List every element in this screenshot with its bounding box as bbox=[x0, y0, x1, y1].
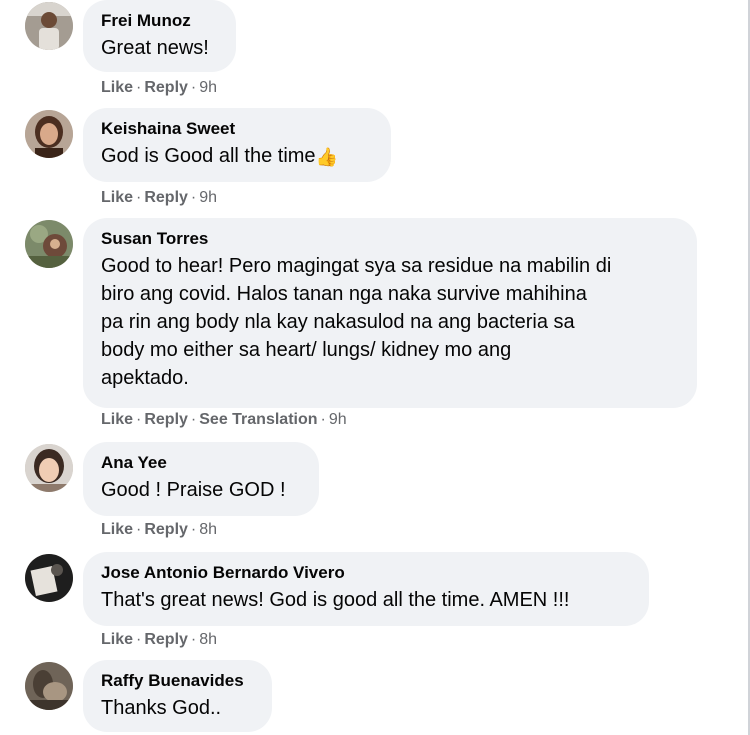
reply-button[interactable]: Reply bbox=[144, 521, 188, 538]
comment-bubble: Ana Yee Good ! Praise GOD ! bbox=[83, 442, 319, 516]
separator: · bbox=[190, 521, 197, 538]
comment-actions: Like · Reply · See Translation · 9h bbox=[101, 410, 347, 430]
comment-text-body: God is Good all the time bbox=[101, 145, 316, 167]
comment-text: Good to hear! Pero magingat sya sa resid… bbox=[101, 255, 612, 389]
comment-bubble: Raffy Buenavides Thanks God.. bbox=[83, 660, 272, 732]
comment-bubble: Frei Munoz Great news! bbox=[83, 0, 236, 72]
thumbs-up-icon: 👍 bbox=[315, 147, 338, 167]
comment: Frei Munoz Great news! Like · Reply · 9h bbox=[0, 0, 748, 100]
comment-author[interactable]: Jose Antonio Bernardo Vivero bbox=[101, 562, 629, 584]
comment-author[interactable]: Raffy Buenavides bbox=[101, 670, 252, 692]
comment-actions: Like · Reply · 9h bbox=[101, 78, 217, 98]
comment-author[interactable]: Susan Torres bbox=[101, 228, 677, 250]
comment-author[interactable]: Keishaina Sweet bbox=[101, 118, 371, 140]
separator: · bbox=[136, 631, 142, 648]
separator: · bbox=[190, 79, 197, 96]
comment-text: God is Good all the time👍 bbox=[101, 142, 371, 170]
reply-button[interactable]: Reply bbox=[144, 631, 188, 648]
separator: · bbox=[320, 411, 326, 428]
separator: · bbox=[136, 189, 142, 206]
separator: · bbox=[136, 79, 142, 96]
comment-bubble: Susan Torres Good to hear! Pero magingat… bbox=[83, 218, 697, 408]
comment-bubble: Jose Antonio Bernardo Vivero That's grea… bbox=[83, 552, 649, 626]
avatar[interactable] bbox=[25, 662, 73, 710]
avatar[interactable] bbox=[25, 110, 73, 158]
reply-button[interactable]: Reply bbox=[144, 411, 188, 428]
separator: · bbox=[136, 411, 142, 428]
like-button[interactable]: Like bbox=[101, 631, 133, 648]
comment-author[interactable]: Ana Yee bbox=[101, 452, 299, 474]
avatar[interactable] bbox=[25, 220, 73, 268]
comment-author[interactable]: Frei Munoz bbox=[101, 10, 216, 32]
separator: · bbox=[136, 521, 142, 538]
comment: Ana Yee Good ! Praise GOD ! Like · Reply · 8… bbox=[0, 442, 748, 542]
see-translation-link[interactable]: See Translation bbox=[199, 411, 317, 428]
reply-button[interactable]: Reply bbox=[144, 79, 188, 96]
like-button[interactable]: Like bbox=[101, 79, 133, 96]
separator: · bbox=[190, 631, 197, 648]
comment: Raffy Buenavides Thanks God.. bbox=[0, 660, 748, 735]
comment-timestamp[interactable]: 8h bbox=[199, 631, 217, 648]
comment-text: That's great news! God is good all the t… bbox=[101, 589, 570, 611]
comment: Jose Antonio Bernardo Vivero That's grea… bbox=[0, 552, 748, 652]
comment: Susan Torres Good to hear! Pero magingat… bbox=[0, 218, 748, 433]
comment-text: Good ! Praise GOD ! bbox=[101, 479, 286, 501]
comment-timestamp[interactable]: 9h bbox=[199, 189, 217, 206]
separator: · bbox=[190, 189, 197, 206]
comment-timestamp[interactable]: 9h bbox=[199, 79, 217, 96]
comment-text: Great news! bbox=[101, 37, 209, 59]
comment-actions: Like · Reply · 8h bbox=[101, 520, 217, 540]
comment-timestamp[interactable]: 8h bbox=[199, 521, 217, 538]
comment-actions: Like · Reply · 9h bbox=[101, 188, 217, 208]
reply-button[interactable]: Reply bbox=[144, 189, 188, 206]
comment-timestamp[interactable]: 9h bbox=[329, 411, 347, 428]
comment-bubble: Keishaina Sweet God is Good all the time… bbox=[83, 108, 391, 182]
like-button[interactable]: Like bbox=[101, 521, 133, 538]
separator: · bbox=[190, 411, 197, 428]
avatar[interactable] bbox=[25, 2, 73, 50]
like-button[interactable]: Like bbox=[101, 411, 133, 428]
avatar[interactable] bbox=[25, 444, 73, 492]
comment-actions: Like · Reply · 8h bbox=[101, 630, 217, 650]
comment-thread-page: Frei Munoz Great news! Like · Reply · 9h Kei… bbox=[0, 0, 750, 735]
avatar[interactable] bbox=[25, 554, 73, 602]
comment-text: Thanks God.. bbox=[101, 697, 222, 719]
like-button[interactable]: Like bbox=[101, 189, 133, 206]
comment: Keishaina Sweet God is Good all the time… bbox=[0, 108, 748, 208]
